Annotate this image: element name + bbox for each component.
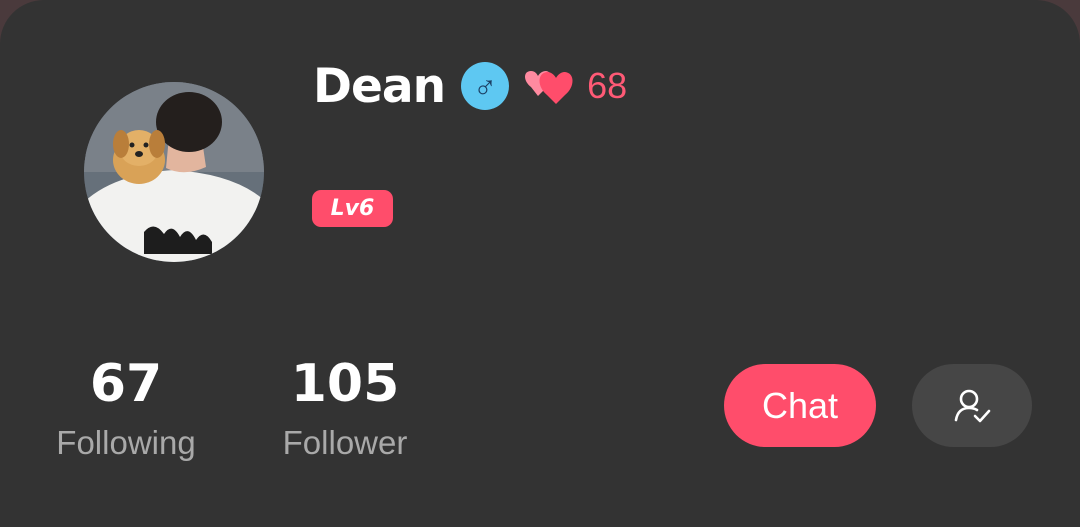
follower-stat[interactable]: 105 Follower: [270, 358, 420, 459]
following-stat[interactable]: 67 Following: [46, 358, 206, 459]
level-badge: Lv6: [312, 190, 393, 227]
user-check-icon: [954, 389, 991, 422]
male-gender-icon: ♂: [461, 62, 510, 110]
follower-label: Follower: [282, 424, 408, 461]
following-label: Following: [56, 424, 196, 461]
profile-card: Dean ♂ 68 Lv6 67 Following 105 Follower …: [0, 0, 1080, 527]
profile-header: Dean ♂ 68: [313, 56, 627, 116]
followed-button[interactable]: [912, 364, 1032, 447]
chat-button[interactable]: Chat: [724, 364, 876, 447]
username: Dean: [313, 58, 446, 114]
avatar-photo: [84, 82, 264, 262]
heart-count: 68: [587, 65, 628, 106]
follower-count: 105: [290, 354, 400, 414]
following-count: 67: [89, 354, 163, 414]
hearts-icon: [525, 71, 573, 104]
avatar[interactable]: [84, 82, 264, 262]
